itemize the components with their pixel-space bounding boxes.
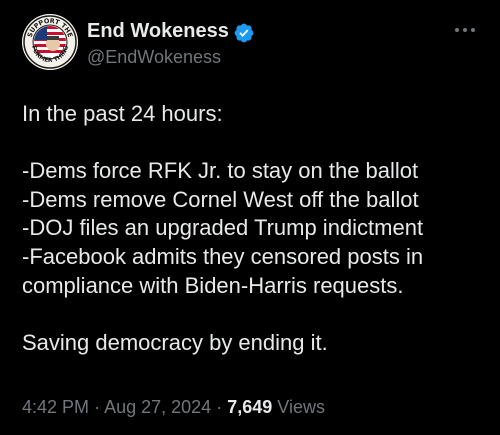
more-options-icon[interactable] (452, 22, 478, 38)
tweet-meta: 4:42 PM · Aug 27, 2024 · 7,649 Views (22, 397, 325, 418)
views-label[interactable]: Views (277, 397, 325, 417)
verified-badge-icon[interactable] (233, 22, 255, 44)
tweet-text-line: -Dems force RFK Jr. to stay on the ballo… (22, 158, 419, 184)
display-name[interactable]: End Wokeness (87, 20, 229, 43)
user-handle[interactable]: @EndWokeness (87, 47, 221, 68)
tweet-text-line: -Facebook admits they censored posts in (22, 243, 424, 269)
tweet-text-line: -DOJ files an upgraded Trump indictment (22, 215, 424, 241)
tweet-text-line: compliance with Biden-Harris requests. (22, 272, 404, 298)
profile-avatar[interactable]: SUPPORT THE FORMER THING (22, 14, 78, 70)
tweet-text-line: Saving democracy by ending it. (22, 329, 328, 355)
tweet-text-line: In the past 24 hours: (22, 101, 223, 126)
tweet-text-line: -Dems remove Cornel West off the ballot (22, 186, 419, 212)
tweet-text: In the past 24 hours: -Dems force RFK Jr… (22, 100, 492, 357)
patriotic-seal-avatar-icon: SUPPORT THE FORMER THING (22, 14, 78, 70)
meta-separator: · (94, 397, 101, 417)
views-count[interactable]: 7,649 (227, 397, 272, 417)
tweet-card: SUPPORT THE FORMER THING End Wokeness @E… (0, 0, 500, 435)
tweet-date[interactable]: Aug 27, 2024 (104, 397, 211, 417)
tweet-time[interactable]: 4:42 PM (22, 397, 89, 417)
meta-separator: · (216, 397, 223, 417)
